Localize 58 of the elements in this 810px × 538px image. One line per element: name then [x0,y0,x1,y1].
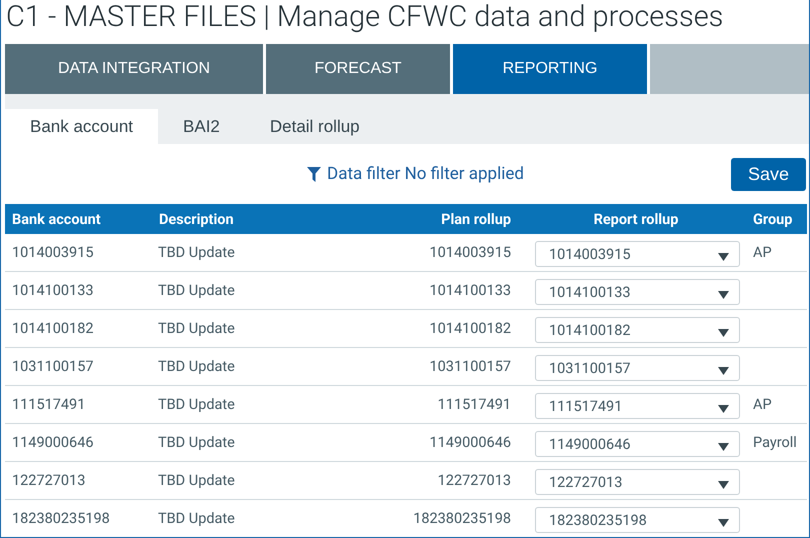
table-cell: 122727013 [12,472,86,489]
column-header: Bank account [5,204,158,234]
table-cell: 1014100133 [430,282,511,299]
page-title: C1 - MASTER FILES | Manage CFWC data and processes [5,0,724,36]
table-cell: TBD Update [158,396,235,413]
table-cell: TBD Update [158,434,235,451]
table-cell: 1149000646 [430,434,511,451]
sub-tab[interactable]: Bank account [5,109,158,144]
caret-icon [718,328,729,336]
table-cell: 111517491 [438,396,511,413]
report-rollup-dropdown[interactable]: 111517491 [535,393,740,419]
table-cell: 1014100182 [12,320,94,337]
table-cell: Payroll [753,434,797,451]
table-cell: TBD Update [158,244,235,261]
table-cell: TBD Update [158,320,235,337]
table-cell: 1149000646 [12,434,94,451]
table-cell: 122727013 [438,472,511,489]
column-header: Report rollup [525,204,747,234]
report-rollup-dropdown[interactable]: 122727013 [535,469,740,495]
table-cell: 1031100157 [12,358,94,375]
table-cell: 182380235198 [12,510,110,527]
filter-icon[interactable] [307,166,322,182]
save-button[interactable]: Save [731,158,806,190]
column-header: Group [747,204,807,234]
caret-icon [718,518,729,526]
table-cell: 1014003915 [12,244,94,261]
report-rollup-dropdown[interactable]: 1014100133 [535,279,740,305]
report-rollup-dropdown[interactable]: 1014003915 [535,241,740,267]
nav-tab[interactable]: REPORTING [453,44,647,94]
table-cell: AP [753,396,772,413]
table-cell: 1031100157 [430,358,511,375]
table-cell: TBD Update [158,510,235,527]
filter-label[interactable]: Data filter No filter applied [327,164,524,184]
caret-icon [718,290,729,298]
table-cell: 111517491 [12,396,86,413]
sub-tab[interactable]: BAI2 [158,109,245,144]
table-cell: TBD Update [158,358,235,375]
nav-tab[interactable]: FORECAST [266,44,450,94]
report-rollup-dropdown[interactable]: 1031100157 [535,355,740,381]
table-cell: 1014100133 [12,282,94,299]
report-rollup-dropdown[interactable]: 1149000646 [535,431,740,457]
caret-icon [718,366,729,374]
caret-icon [718,252,729,260]
caret-icon [718,480,729,488]
table-cell: 182380235198 [413,510,511,527]
report-rollup-dropdown[interactable]: 182380235198 [535,507,740,533]
column-header: Description [158,204,300,234]
column-header: Plan rollup [300,204,525,234]
caret-icon [718,442,729,450]
table-cell: AP [753,244,772,261]
table-cell: TBD Update [158,472,235,489]
table-cell: 1014003915 [430,244,511,261]
table-cell: 1014100182 [430,320,511,337]
sub-tab[interactable]: Detail rollup [244,109,385,144]
report-rollup-dropdown[interactable]: 1014100182 [535,317,740,343]
caret-icon [718,404,729,412]
table-cell: TBD Update [158,282,235,299]
nav-tab[interactable]: DATA INTEGRATION [5,44,263,94]
